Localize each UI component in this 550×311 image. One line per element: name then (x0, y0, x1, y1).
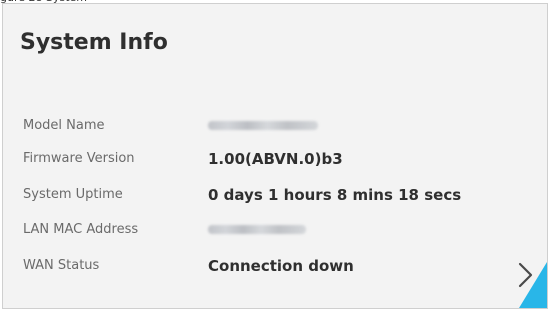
more-button[interactable] (515, 260, 535, 290)
info-row-lan-mac-address: LAN MAC Address (23, 215, 523, 245)
info-row-system-uptime: System Uptime 0 days 1 hours 8 mins 18 s… (23, 180, 523, 210)
lan-mac-address-label: LAN MAC Address (23, 222, 139, 237)
model-name-redacted-value (208, 121, 318, 130)
info-row-firmware-version: Firmware Version 1.00(ABVN.0)b3 (23, 144, 523, 174)
lan-mac-redacted-value (208, 225, 306, 234)
panel-title: System Info (20, 30, 168, 55)
system-uptime-value: 0 days 1 hours 8 mins 18 secs (208, 186, 462, 204)
firmware-version-value: 1.00(ABVN.0)b3 (208, 150, 343, 168)
system-uptime-label: System Uptime (23, 187, 123, 202)
model-name-label: Model Name (23, 118, 105, 133)
info-row-model-name: Model Name (23, 111, 523, 141)
info-row-wan-status: WAN Status Connection down (23, 251, 523, 281)
chevron-right-icon (518, 262, 533, 288)
wan-status-label: WAN Status (23, 258, 100, 273)
system-info-panel: System Info Model Name Firmware Version … (2, 3, 548, 309)
firmware-version-label: Firmware Version (23, 151, 135, 166)
wan-status-value: Connection down (208, 257, 354, 275)
